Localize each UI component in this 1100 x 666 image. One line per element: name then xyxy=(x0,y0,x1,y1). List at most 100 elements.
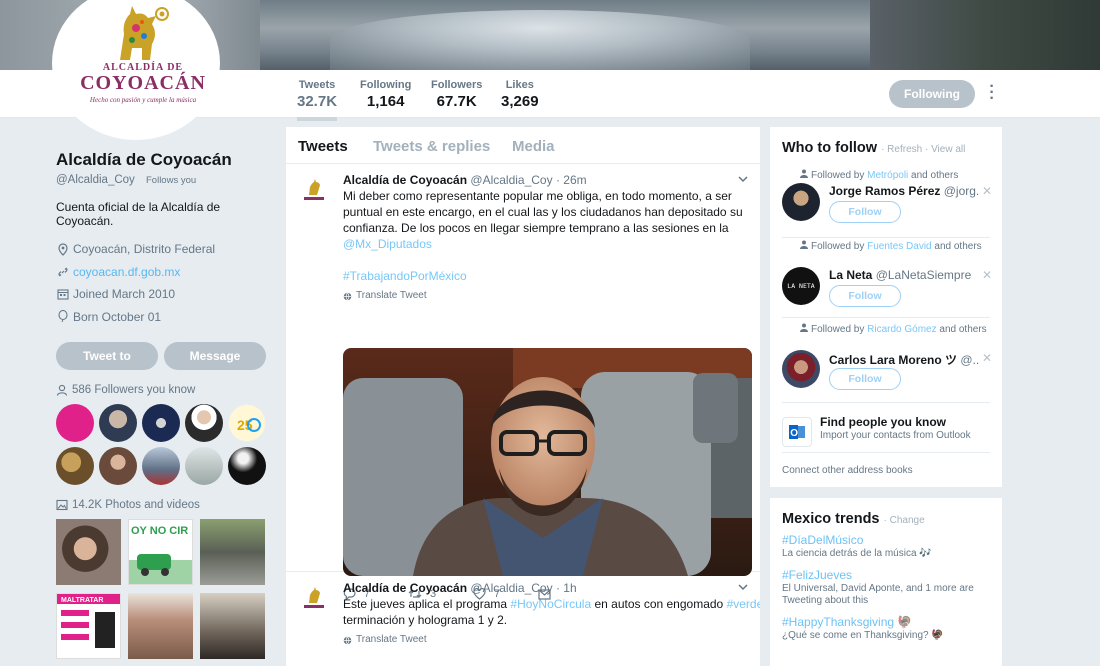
follower-avatar[interactable] xyxy=(228,447,266,485)
hashtag-link[interactable]: #TrabajandoPorMéxico xyxy=(343,268,743,284)
refresh-view-all-links[interactable]: · Refresh · View all xyxy=(881,144,965,155)
trend-item[interactable]: #HappyThanksgiving 🦃 ¿Qué se come en Tha… xyxy=(782,615,997,642)
tab-tweets-replies[interactable]: Tweets & replies xyxy=(373,138,490,155)
suggestion-name: La Neta xyxy=(829,268,873,282)
following-button[interactable]: Following xyxy=(889,80,975,108)
tweet-avatar[interactable] xyxy=(300,586,328,614)
stat-tweets[interactable]: Tweets 32.7K xyxy=(297,79,338,121)
more-options-icon[interactable]: · · · xyxy=(989,79,995,107)
balloon-icon xyxy=(56,310,70,323)
link-icon xyxy=(56,266,70,278)
stat-value: 1,164 xyxy=(366,93,405,110)
followers-you-know-heading[interactable]: 586 Followers you know xyxy=(56,384,268,396)
profile-sidebar: Alcaldía de Coyoacán @Alcaldia_Coy Follo… xyxy=(56,150,268,659)
tweet[interactable]: Alcaldía de Coyoacán @Alcaldia_Coy · 1h … xyxy=(286,572,760,666)
followed-by-name[interactable]: Ricardo Gómez xyxy=(867,324,936,335)
media-thumbnail[interactable] xyxy=(200,519,265,585)
change-location-link[interactable]: · Change xyxy=(884,515,925,526)
tweet-author-handle[interactable]: @Alcaldia_Coy xyxy=(470,581,552,595)
tweet[interactable]: Alcaldía de Coyoacán @Alcaldia_Coy · 26m… xyxy=(286,164,760,600)
message-button[interactable]: Message xyxy=(164,342,266,370)
media-thumbnail[interactable]: MALTRATAR xyxy=(56,593,121,659)
translate-tweet[interactable]: Translate Tweet xyxy=(343,288,743,304)
mention-link[interactable]: @Mx_Diputados xyxy=(343,236,743,252)
follow-button[interactable]: Follow xyxy=(829,285,901,307)
followed-by-text: Followed by Fuentes David and others xyxy=(800,240,992,253)
connect-address-books-link[interactable]: Connect other address books xyxy=(782,465,913,476)
divider xyxy=(782,237,990,238)
chevron-down-icon[interactable] xyxy=(738,174,748,184)
suggestion-name-line[interactable]: Jorge Ramos Pérez @jorg... xyxy=(829,184,979,198)
followed-by-name[interactable]: Fuentes David xyxy=(867,241,931,252)
tweet-author-name[interactable]: Alcaldía de Coyoacán xyxy=(343,173,467,187)
follower-avatar[interactable]: 25 xyxy=(228,404,266,442)
profile-handle-line: @Alcaldia_Coy Follows you xyxy=(56,174,268,187)
suggestion-avatar[interactable]: LA NETA xyxy=(782,267,820,305)
hashtag-link[interactable]: #HoyNoCircula xyxy=(510,597,591,611)
tweet-timestamp[interactable]: · 1h xyxy=(556,581,577,595)
follow-button[interactable]: Follow xyxy=(829,368,901,390)
stat-label: Following xyxy=(360,79,412,91)
profile-born: Born October 01 xyxy=(56,306,268,329)
suggestion-name: Jorge Ramos Pérez xyxy=(829,184,941,198)
tweet-timestamp[interactable]: · 26m xyxy=(556,173,587,187)
suggestion-name-line[interactable]: La Neta @LaNetaSiempre xyxy=(829,268,979,282)
follower-avatar[interactable] xyxy=(56,404,94,442)
coyote-logo-icon xyxy=(304,179,324,200)
tweet-author-handle[interactable]: @Alcaldia_Coy xyxy=(470,173,552,187)
profile-name[interactable]: Alcaldía de Coyoacán xyxy=(56,150,268,170)
follower-avatar[interactable] xyxy=(56,447,94,485)
suggestion-avatar[interactable] xyxy=(782,183,820,221)
trend-item[interactable]: #DíaDelMúsico La ciencia detrás de la mú… xyxy=(782,533,997,560)
trend-item[interactable]: #FelizJueves El Universal, David Aponte,… xyxy=(782,568,997,607)
stat-followers[interactable]: Followers 67.7K xyxy=(431,79,482,110)
find-people-title: Find people you know xyxy=(820,415,946,429)
stat-likes[interactable]: Likes 3,269 xyxy=(501,79,539,110)
dismiss-close-icon[interactable]: ✕ xyxy=(982,268,992,282)
follower-avatar[interactable] xyxy=(185,404,223,442)
photos-videos-heading[interactable]: 14.2K Photos and videos xyxy=(56,499,268,511)
follower-avatar[interactable] xyxy=(99,404,137,442)
website-link[interactable]: coyoacan.df.gob.mx xyxy=(73,265,180,279)
profile-avatar[interactable]: ALCALDÍA DE COYOACÁN Hecho con pasión y … xyxy=(52,0,220,140)
followed-by-name[interactable]: Metrópoli xyxy=(867,170,908,181)
person-icon xyxy=(56,384,68,396)
follow-suggestion: Followed by Ricardo Gómez and others Car… xyxy=(782,323,992,397)
tweet-photo[interactable] xyxy=(343,348,752,576)
who-to-follow-card: Who to follow · Refresh · View all Follo… xyxy=(770,127,1002,487)
trend-hashtag: #FelizJueves xyxy=(782,568,853,582)
tweet-avatar[interactable] xyxy=(300,178,328,206)
tweet-text-segment: Este jueves aplica el programa xyxy=(343,597,511,611)
tweet-text-line: confianza. De los pocos en llegar siempr… xyxy=(343,221,729,235)
trends-heading: Mexico trends xyxy=(782,511,880,527)
chevron-down-icon[interactable] xyxy=(738,582,748,592)
follower-avatar[interactable] xyxy=(99,447,137,485)
tab-media[interactable]: Media xyxy=(512,138,555,155)
media-thumbnail[interactable]: OY NO CIR xyxy=(128,519,193,585)
follower-avatar[interactable] xyxy=(142,447,180,485)
dismiss-close-icon[interactable]: ✕ xyxy=(982,351,992,365)
translate-tweet[interactable]: Translate Tweet xyxy=(343,632,743,648)
stat-value: 3,269 xyxy=(501,93,539,110)
media-thumbnail[interactable] xyxy=(200,593,265,659)
person-icon xyxy=(800,240,808,249)
dismiss-close-icon[interactable]: ✕ xyxy=(982,184,992,198)
tweet-to-button[interactable]: Tweet to xyxy=(56,342,158,370)
location-pin-icon xyxy=(56,243,70,256)
followed-by-text: Followed by Ricardo Gómez and others xyxy=(800,323,992,336)
profile-handle[interactable]: @Alcaldia_Coy xyxy=(56,174,135,186)
hashtag-link[interactable]: #verde xyxy=(727,597,760,611)
media-thumbnail[interactable] xyxy=(56,519,121,585)
tweet-author-name[interactable]: Alcaldía de Coyoacán xyxy=(343,581,467,595)
stat-following[interactable]: Following 1,164 xyxy=(360,79,411,110)
follower-avatar[interactable] xyxy=(142,404,180,442)
follow-button[interactable]: Follow xyxy=(829,201,901,223)
person-icon xyxy=(800,323,808,332)
tab-tweets[interactable]: Tweets xyxy=(298,138,348,155)
suggestion-name-line[interactable]: Carlos Lara Moreno ツ @... xyxy=(829,351,979,368)
trends-card: Mexico trends · Change #DíaDelMúsico La … xyxy=(770,498,1002,666)
follower-avatar[interactable] xyxy=(185,447,223,485)
follows-you-badge: Follows you xyxy=(142,174,201,187)
suggestion-avatar[interactable] xyxy=(782,350,820,388)
media-thumbnail[interactable] xyxy=(128,593,193,659)
